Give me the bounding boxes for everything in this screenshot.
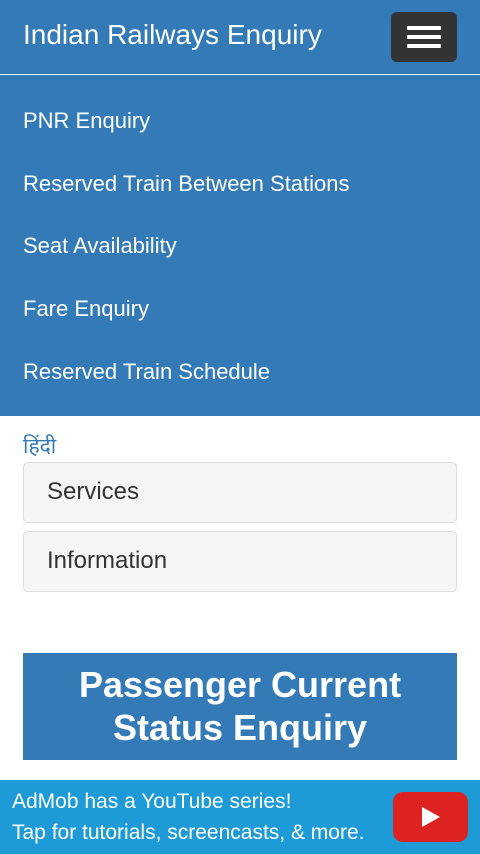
ad-text-line-2: Tap for tutorials, screencasts, & more.: [12, 821, 365, 844]
youtube-button[interactable]: [393, 792, 468, 842]
menu-item-train-between-stations[interactable]: Reserved Train Between Stations: [23, 171, 350, 197]
services-panel-title: Services: [47, 478, 140, 505]
menu-toggle-button[interactable]: [391, 12, 457, 62]
information-panel-title: Information: [47, 547, 168, 574]
status-enquiry-banner[interactable]: Passenger Current Status Enquiry: [23, 653, 457, 760]
hamburger-menu-icon: [407, 26, 441, 30]
youtube-play-icon: [422, 807, 440, 827]
information-panel[interactable]: Information: [23, 531, 457, 592]
services-panel[interactable]: Services: [23, 462, 457, 523]
ad-text-line-1: AdMob has a YouTube series!: [12, 790, 292, 813]
ad-banner[interactable]: AdMob has a YouTube series! Tap for tuto…: [0, 780, 480, 854]
banner-line-1: Passenger Current: [78, 664, 402, 705]
menu-item-fare-enquiry[interactable]: Fare Enquiry: [23, 296, 149, 322]
menu-item-seat-availability[interactable]: Seat Availability: [23, 233, 177, 259]
menu-item-train-schedule[interactable]: Reserved Train Schedule: [23, 359, 270, 385]
app-title[interactable]: Indian Railways Enquiry: [23, 19, 322, 51]
navbar: Indian Railways Enquiry: [0, 0, 480, 74]
banner-line-2: Status Enquiry: [112, 707, 368, 748]
dropdown-menu: PNR Enquiry Reserved Train Between Stati…: [0, 75, 480, 416]
hindi-language-link[interactable]: हिंदी: [23, 432, 56, 460]
menu-item-pnr-enquiry[interactable]: PNR Enquiry: [23, 108, 150, 134]
